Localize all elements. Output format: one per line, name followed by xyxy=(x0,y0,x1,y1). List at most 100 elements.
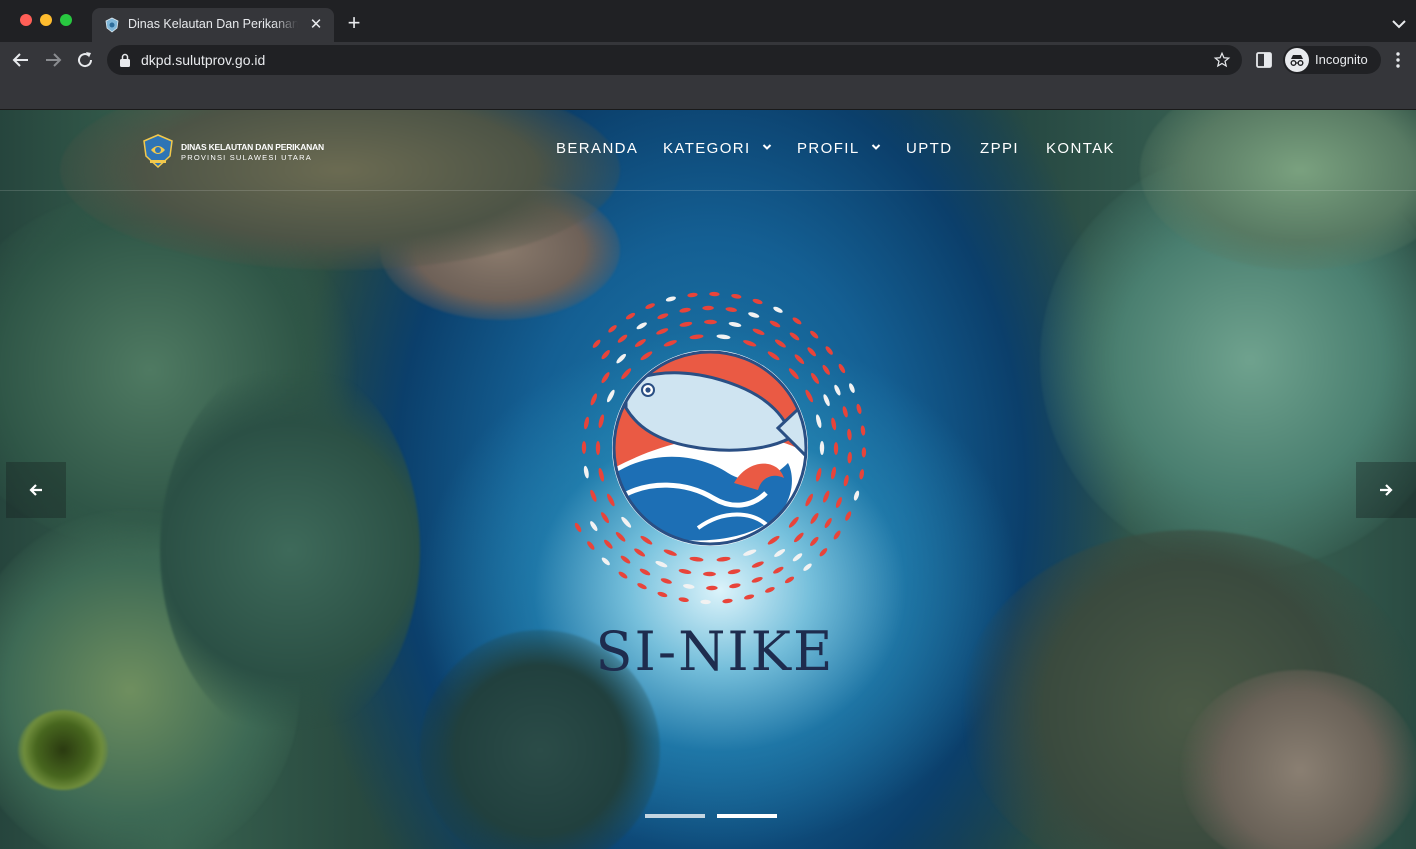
tab-close-icon[interactable]: ✕ xyxy=(306,15,326,35)
fish-mark xyxy=(604,539,613,549)
fish-mark xyxy=(617,334,628,343)
fish-mark xyxy=(788,516,799,528)
fish-mark xyxy=(860,425,866,436)
nav-label: PROFIL xyxy=(797,140,860,157)
fish-mark xyxy=(784,576,795,584)
url-text: dkpd.sulutprov.go.id xyxy=(141,52,266,68)
provincial-emblem-icon xyxy=(143,134,173,168)
fish-mark xyxy=(752,328,765,335)
nav-item-profil[interactable]: PROFIL xyxy=(797,140,881,160)
slider-next-button[interactable] xyxy=(1356,462,1416,518)
incognito-profile-button[interactable]: Incognito xyxy=(1283,46,1381,74)
fish-mark xyxy=(792,317,802,325)
nav-label: ZPPI xyxy=(980,140,1019,157)
fish-mark xyxy=(706,585,718,591)
fish-mark xyxy=(663,549,677,556)
fish-mark xyxy=(833,530,841,540)
fish-mark xyxy=(767,535,780,545)
logo-emblem xyxy=(614,352,806,544)
nav-item-uptd[interactable]: UPTD xyxy=(906,140,952,160)
forward-arrow-icon[interactable] xyxy=(41,48,65,72)
fish-mark xyxy=(679,321,693,327)
new-tab-button[interactable]: + xyxy=(342,12,366,36)
fish-mark xyxy=(590,521,598,532)
fish-mark xyxy=(636,322,647,330)
reload-icon[interactable] xyxy=(73,48,97,72)
nav-label: UPTD xyxy=(906,140,953,157)
fish-mark xyxy=(660,578,672,584)
bookmarks-bar xyxy=(0,78,1416,110)
fish-mark xyxy=(583,465,589,479)
fish-mark xyxy=(683,584,695,589)
fish-mark xyxy=(621,516,632,528)
fish-mark xyxy=(748,312,760,318)
fish-mark xyxy=(590,489,597,502)
fish-mark xyxy=(789,332,800,341)
side-panel-icon[interactable] xyxy=(1255,51,1273,69)
web-page: DINAS KELAUTAN DAN PERIKANAN PROVINSI SU… xyxy=(0,110,1416,849)
arrow-left-icon xyxy=(29,484,42,496)
fish-mark xyxy=(595,441,601,455)
fish-mark xyxy=(803,563,812,571)
fish-mark xyxy=(811,372,819,384)
fish-mark xyxy=(640,535,653,545)
zoom-window-button[interactable] xyxy=(60,14,72,26)
fish-mark xyxy=(810,536,819,546)
fish-mark xyxy=(774,549,786,557)
fish-mark xyxy=(678,568,692,575)
fish-mark xyxy=(752,298,763,305)
fish-mark xyxy=(716,334,731,340)
minimize-window-button[interactable] xyxy=(40,14,52,26)
fish-mark xyxy=(842,406,848,418)
fish-mark xyxy=(598,414,605,429)
browser-tab[interactable]: Dinas Kelautan Dan Perikanan Provinsi Su… xyxy=(92,8,334,42)
fish-mark xyxy=(639,568,651,576)
nav-item-beranda[interactable]: BERANDA xyxy=(556,140,638,160)
slider-prev-button[interactable] xyxy=(6,462,66,518)
close-window-button[interactable] xyxy=(20,14,32,26)
fish-mark xyxy=(807,347,816,357)
fish-mark xyxy=(743,549,757,556)
fish-mark xyxy=(805,493,813,507)
fish-mark xyxy=(792,553,803,562)
arrow-right-icon xyxy=(1380,484,1393,496)
fish-mark xyxy=(716,556,731,562)
fish-mark xyxy=(833,442,839,455)
site-logo[interactable]: DINAS KELAUTAN DAN PERIKANAN PROVINSI SU… xyxy=(142,134,342,168)
fish-mark xyxy=(583,416,590,430)
slide-indicator-2[interactable] xyxy=(717,814,777,818)
fish-mark xyxy=(729,583,741,589)
fish-mark xyxy=(679,307,691,313)
chevron-down-icon[interactable] xyxy=(1388,14,1410,34)
fish-mark xyxy=(751,561,764,568)
fish-mark xyxy=(620,555,631,564)
fish-mark xyxy=(657,313,669,320)
fish-mark xyxy=(838,363,846,374)
fish-mark xyxy=(767,351,780,361)
si-nike-wordmark: SI-NIKE xyxy=(595,620,835,683)
fish-mark xyxy=(709,291,720,297)
fish-mark xyxy=(700,599,711,605)
brand-subtitle: PROVINSI SULAWESI UTARA xyxy=(181,153,312,162)
nav-label: KONTAK xyxy=(1046,140,1115,157)
nav-item-kategori[interactable]: KATEGORI xyxy=(663,140,772,160)
fish-mark xyxy=(678,597,689,603)
fish-mark xyxy=(819,548,828,557)
fish-mark xyxy=(656,328,669,335)
nav-item-zppi[interactable]: ZPPI xyxy=(980,140,1019,160)
chevron-down-icon xyxy=(762,144,772,150)
fish-mark xyxy=(703,571,716,577)
back-arrow-icon[interactable] xyxy=(9,48,33,72)
fish-mark xyxy=(722,598,733,604)
fish-mark xyxy=(773,566,784,574)
slide-indicator-1[interactable] xyxy=(645,814,705,818)
address-bar[interactable]: dkpd.sulutprov.go.id xyxy=(107,45,1242,75)
bookmark-star-icon[interactable] xyxy=(1213,51,1231,69)
more-menu-icon[interactable] xyxy=(1392,50,1404,70)
fish-mark xyxy=(665,296,676,302)
fish-mark xyxy=(687,292,698,298)
fish-mark xyxy=(657,591,668,598)
lock-icon xyxy=(120,53,130,67)
fish-mark xyxy=(625,312,636,320)
nav-item-kontak[interactable]: KONTAK xyxy=(1046,140,1115,160)
